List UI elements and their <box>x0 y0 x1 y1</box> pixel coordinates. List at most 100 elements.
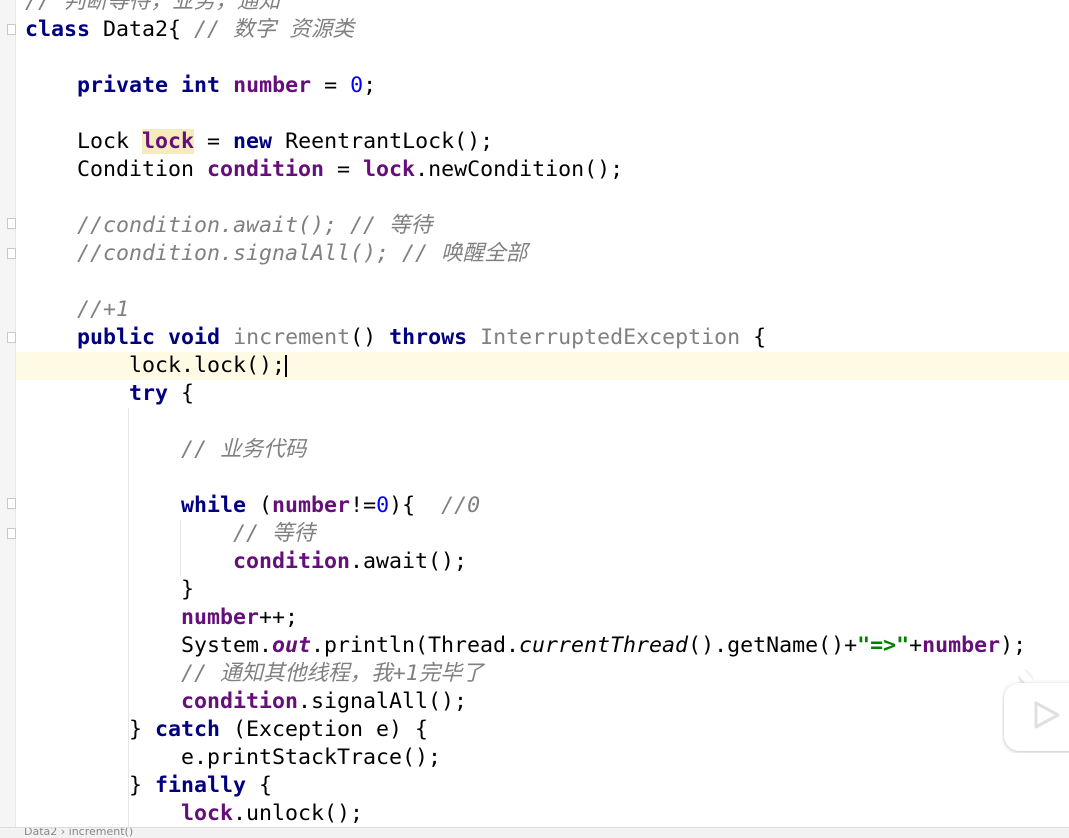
code-token: () <box>350 325 390 350</box>
code-line[interactable]: //condition.signalAll(); // 唤醒全部 <box>25 240 527 268</box>
code-token: lock <box>142 129 195 154</box>
code-token: number <box>233 73 312 98</box>
code-line[interactable]: Condition condition = lock.newCondition(… <box>25 156 623 184</box>
code-editor[interactable]: // 判断等待，业务，通知 class Data2{ // 数字 资源类 priv… <box>0 0 1069 828</box>
code-token: + <box>909 633 923 658</box>
fold-marker-icon[interactable] <box>7 248 16 259</box>
code-token: lock <box>363 157 416 182</box>
code-token: (Exception e) { <box>220 717 429 742</box>
code-token: // 等待 <box>233 521 316 546</box>
code-line[interactable]: //+1 <box>25 296 129 324</box>
code-token: .unlock(); <box>233 801 364 826</box>
code-token: .println(Thread. <box>311 633 520 658</box>
code-token: throws <box>389 325 468 350</box>
code-token: ){ <box>389 493 442 518</box>
code-token: lock <box>181 801 234 826</box>
code-line[interactable]: } finally { <box>25 772 272 800</box>
code-token: { <box>740 325 767 350</box>
code-token: number <box>181 605 260 630</box>
code-line[interactable]: System.out.println(Thread.currentThread(… <box>25 632 1026 660</box>
code-token: = <box>194 129 234 154</box>
tv-play-icon[interactable] <box>1002 665 1069 753</box>
code-token: //0 <box>441 493 481 518</box>
code-token: try <box>129 381 169 406</box>
code-token: // 业务代码 <box>181 437 307 462</box>
code-token: condition <box>207 157 325 182</box>
code-token: = <box>324 157 364 182</box>
code-token: ++; <box>259 605 299 630</box>
code-line[interactable]: } <box>25 576 194 604</box>
code-token: System. <box>25 633 273 658</box>
fold-marker-icon[interactable] <box>7 498 16 509</box>
fold-marker-icon[interactable] <box>7 332 16 343</box>
code-line[interactable]: public void increment() throws Interrupt… <box>25 324 766 352</box>
code-line[interactable]: private int number = 0; <box>25 72 376 100</box>
code-token: ().getName()+ <box>688 633 858 658</box>
code-token: catch <box>155 717 221 742</box>
code-token: //condition.await(); // 等待 <box>77 213 433 238</box>
code-token: // 通知其他线程，我+1完毕了 <box>181 661 484 686</box>
code-line[interactable]: e.printStackTrace(); <box>25 744 441 772</box>
gutter <box>0 0 16 827</box>
code-token: condition <box>181 689 299 714</box>
code-token: { <box>246 773 273 798</box>
code-token: .newCondition(); <box>415 157 624 182</box>
fold-marker-icon[interactable] <box>7 528 16 539</box>
code-token: number <box>272 493 351 518</box>
code-token: number <box>922 633 1001 658</box>
code-token: .await(); <box>350 549 468 574</box>
fold-marker-icon[interactable] <box>7 218 16 229</box>
code-token: finally <box>155 773 247 798</box>
code-token: int <box>181 73 221 98</box>
code-token: { <box>168 381 195 406</box>
code-token: currentThread <box>519 633 689 658</box>
code-line[interactable]: // 业务代码 <box>25 436 306 464</box>
code-token: InterruptedException <box>480 325 741 350</box>
code-line[interactable]: lock.unlock(); <box>25 800 363 828</box>
code-token: != <box>350 493 377 518</box>
code-token: private <box>77 73 169 98</box>
text-caret <box>285 355 288 377</box>
code-token: 0 <box>376 493 390 518</box>
code-token: Lock <box>25 129 143 154</box>
breadcrumb[interactable]: Data2 › increment() <box>24 828 133 837</box>
code-token: ( <box>246 493 273 518</box>
code-line[interactable]: // 判断等待，业务，通知 <box>25 0 280 16</box>
fold-marker-icon[interactable] <box>7 24 16 35</box>
code-line[interactable]: lock.lock(); <box>25 352 288 380</box>
code-line[interactable]: // 通知其他线程，我+1完毕了 <box>25 660 484 688</box>
code-token: Condition <box>25 157 208 182</box>
code-line[interactable]: class Data2{ // 数字 资源类 <box>25 16 354 44</box>
code-token: ReentrantLock(); <box>272 129 494 154</box>
code-line[interactable]: //condition.await(); // 等待 <box>25 212 432 240</box>
code-line[interactable]: number++; <box>25 604 298 632</box>
code-line[interactable]: // 等待 <box>25 520 315 548</box>
code-token: .signalAll(); <box>298 689 468 714</box>
code-line[interactable]: while (number!=0){ //0 <box>25 492 480 520</box>
code-line[interactable]: Lock lock = new ReentrantLock(); <box>25 128 493 156</box>
code-token: "=>" <box>857 633 910 658</box>
code-token: // 数字 资源类 <box>194 17 355 42</box>
code-token: 0 <box>350 73 364 98</box>
code-token: while <box>181 493 247 518</box>
code-line[interactable]: condition.signalAll(); <box>25 688 467 716</box>
code-token: //condition.signalAll(); // 唤醒全部 <box>77 241 528 266</box>
code-line[interactable]: } catch (Exception e) { <box>25 716 428 744</box>
code-token: //+1 <box>77 297 130 322</box>
code-token: public <box>77 325 156 350</box>
code-line[interactable]: try { <box>25 380 194 408</box>
code-token: void <box>168 325 221 350</box>
code-token: lock.lock(); <box>25 353 286 378</box>
code-line[interactable]: condition.await(); <box>25 548 467 576</box>
